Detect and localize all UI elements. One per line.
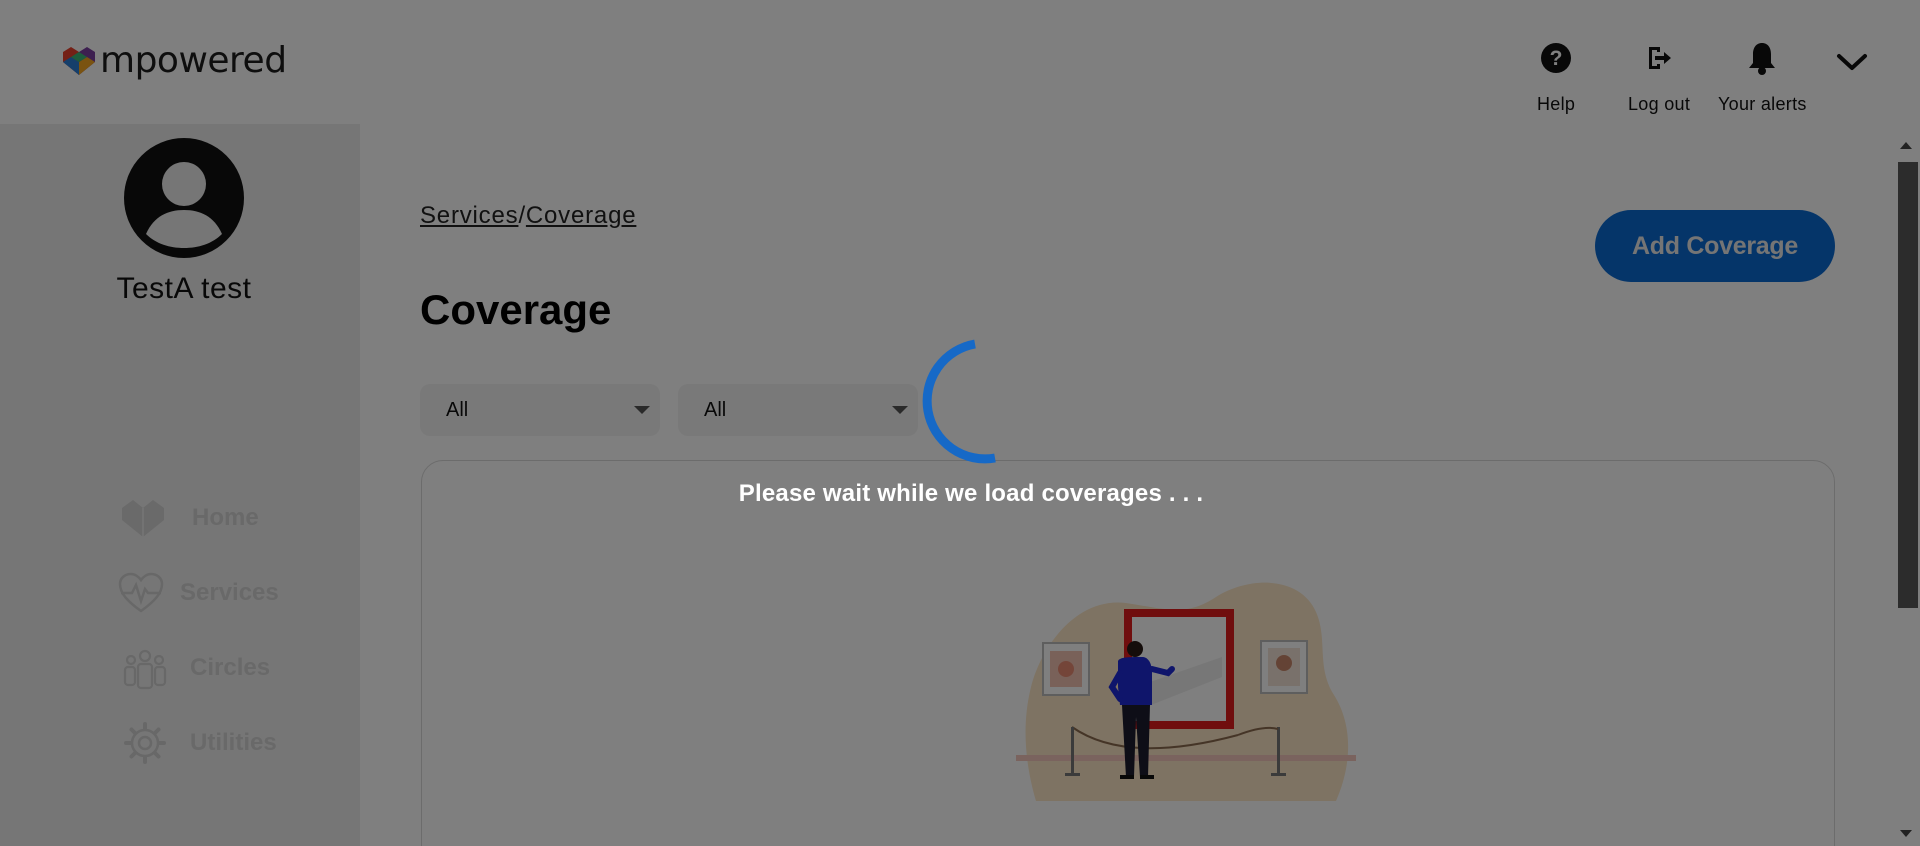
scroll-thumb[interactable] [1898, 162, 1918, 608]
loading-overlay: Please wait while we load coverages . . … [0, 0, 1920, 846]
scroll-down-arrow-icon[interactable] [1900, 830, 1912, 837]
scroll-up-arrow-icon[interactable] [1900, 142, 1912, 149]
loading-spinner-icon [922, 339, 996, 464]
loading-message: Please wait while we load coverages . . … [738, 480, 1204, 507]
